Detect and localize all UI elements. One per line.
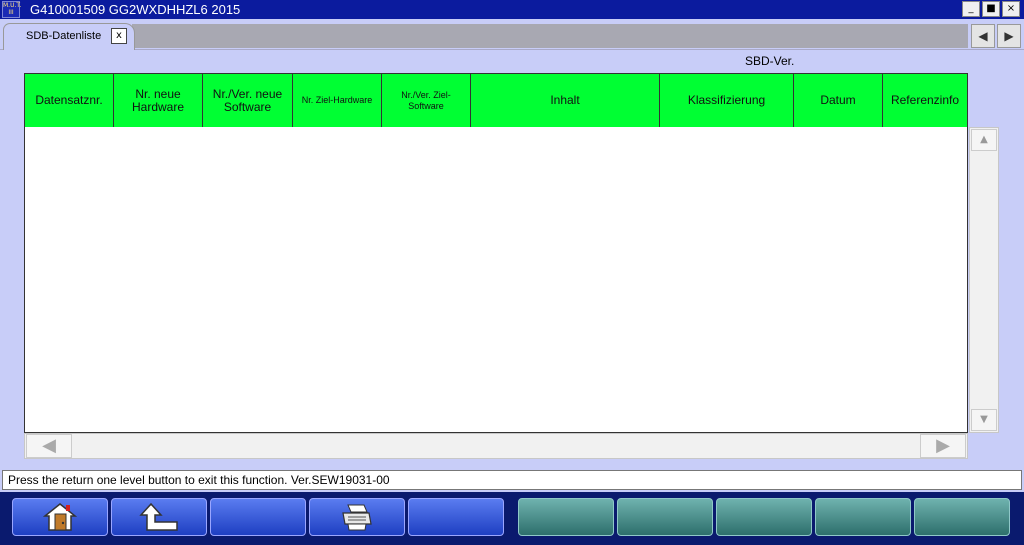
scroll-left-button[interactable]: ◀ — [26, 434, 72, 458]
tab-prev-button[interactable]: ◀ — [971, 24, 995, 48]
column-header-nr-ver-neue-software[interactable]: Nr./Ver. neue Software — [203, 74, 293, 127]
tab-next-button[interactable]: ▶ — [997, 24, 1021, 48]
scroll-down-button[interactable]: ▼ — [971, 409, 997, 431]
column-header-datensatznr[interactable]: Datensatznr. — [25, 74, 114, 127]
print-button[interactable] — [309, 498, 405, 536]
window-title: G410001509 GG2WXDHHZL6 2015 — [30, 2, 241, 17]
minimize-button[interactable]: _ — [962, 1, 980, 17]
table-header: Datensatznr. Nr. neue Hardware Nr./Ver. … — [24, 73, 968, 128]
sbd-version-label: SBD-Ver. — [745, 54, 795, 68]
return-arrow-icon — [139, 502, 178, 531]
column-header-referenzinfo[interactable]: Referenzinfo — [883, 74, 967, 127]
status-message: Press the return one level button to exi… — [2, 470, 1022, 490]
return-one-level-button[interactable] — [111, 498, 207, 536]
scroll-up-button[interactable]: ▲ — [971, 129, 997, 151]
function-button-7[interactable] — [617, 498, 713, 536]
close-window-button[interactable]: × — [1002, 1, 1020, 17]
maximize-button[interactable]: ■ — [982, 1, 1000, 17]
function-button-6[interactable] — [518, 498, 614, 536]
app-logo-icon: M.U.T. III — [2, 1, 22, 18]
function-button-3[interactable] — [210, 498, 306, 536]
app-logo-text: M.U.T. III — [3, 2, 22, 16]
home-door-icon — [43, 503, 77, 531]
function-button-10[interactable] — [914, 498, 1010, 536]
function-button-8[interactable] — [716, 498, 812, 536]
column-header-inhalt[interactable]: Inhalt — [471, 74, 660, 127]
column-header-datum[interactable]: Datum — [794, 74, 883, 127]
column-header-nr-neue-hardware[interactable]: Nr. neue Hardware — [114, 74, 203, 127]
tab-strip: SDB-Datenliste x ◀ ▶ — [0, 19, 1024, 50]
title-bar: M.U.T. III G410001509 GG2WXDHHZL6 2015 _… — [0, 0, 1024, 19]
function-button-5[interactable] — [408, 498, 504, 536]
tab-strip-bar — [132, 24, 968, 48]
column-header-nr-ver-ziel-software[interactable]: Nr./Ver. Ziel-Software — [382, 74, 471, 127]
home-button[interactable] — [12, 498, 108, 536]
table-body[interactable] — [24, 127, 968, 433]
scroll-right-button[interactable]: ▶ — [920, 434, 966, 458]
vertical-scrollbar[interactable]: ▲ ▼ — [969, 127, 999, 433]
printer-icon — [342, 504, 372, 531]
tab-close-button[interactable]: x — [111, 28, 127, 44]
horizontal-scrollbar[interactable]: ◀ ▶ — [24, 433, 968, 459]
tab-label: SDB-Datenliste — [26, 30, 102, 42]
tab-sdb-datenliste[interactable]: SDB-Datenliste x — [3, 23, 135, 50]
column-header-klassifizierung[interactable]: Klassifizierung — [660, 74, 794, 127]
column-header-nr-ziel-hardware[interactable]: Nr. Ziel-Hardware — [293, 74, 382, 127]
function-button-9[interactable] — [815, 498, 911, 536]
function-bar — [0, 492, 1024, 545]
